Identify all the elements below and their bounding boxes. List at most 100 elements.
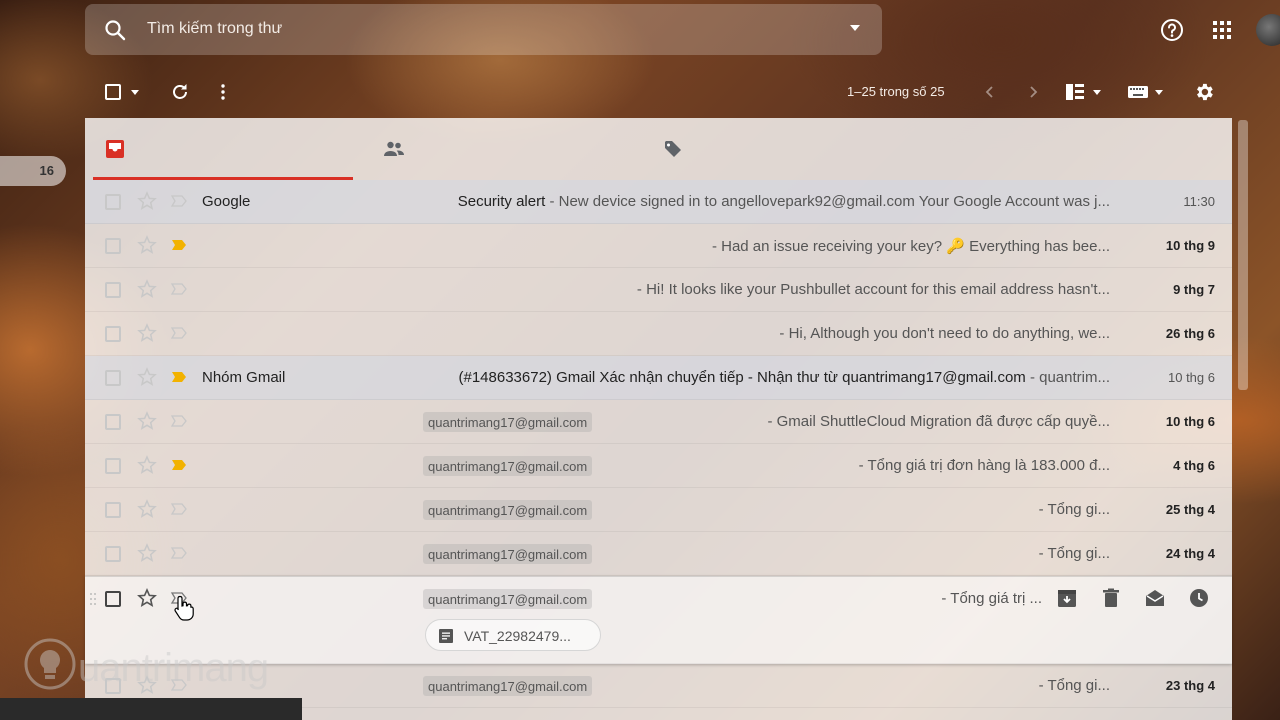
email-subject-line: - Gmail ShuttleCloud Migration đã được c… bbox=[615, 413, 1110, 430]
row-checkbox[interactable] bbox=[105, 326, 121, 342]
scrollbar[interactable] bbox=[1238, 120, 1248, 390]
star-icon[interactable] bbox=[137, 191, 157, 211]
attachment-chip[interactable]: VAT_22982479... bbox=[425, 619, 601, 651]
star-icon[interactable] bbox=[137, 279, 157, 299]
email-date: 10 thg 6 bbox=[1165, 414, 1215, 429]
importance-marker-icon[interactable] bbox=[170, 238, 188, 252]
lightbulb-logo-icon bbox=[24, 638, 76, 690]
email-date: 4 thg 6 bbox=[1173, 458, 1215, 473]
refresh-icon[interactable] bbox=[170, 82, 190, 102]
importance-marker-icon[interactable] bbox=[170, 370, 188, 384]
tab-promotions[interactable] bbox=[633, 118, 913, 180]
email-row[interactable]: Google Security alert - New device signe… bbox=[85, 180, 1232, 224]
email-snippet: - Tổng gi... bbox=[1038, 501, 1110, 518]
chevron-left-icon[interactable] bbox=[980, 82, 1000, 102]
recipient-chip: quantrimang17@gmail.com bbox=[423, 412, 593, 432]
email-row[interactable]: quantrimang17@gmail.com - Tổng gi... 24 … bbox=[85, 532, 1232, 576]
importance-marker-icon[interactable] bbox=[170, 458, 188, 472]
star-icon[interactable] bbox=[137, 323, 157, 343]
tab-primary[interactable] bbox=[93, 118, 353, 180]
select-options-caret-icon[interactable] bbox=[131, 90, 139, 95]
email-snippet: - Had an issue receiving your key? 🔑 Eve… bbox=[711, 238, 1110, 255]
trash-icon[interactable] bbox=[1100, 587, 1122, 609]
select-all-checkbox[interactable] bbox=[105, 84, 121, 100]
email-subject-line: (#148633672) Gmail Xác nhận chuyển tiếp … bbox=[423, 369, 1111, 386]
importance-marker-icon[interactable] bbox=[170, 414, 188, 428]
importance-marker-icon[interactable] bbox=[170, 546, 188, 560]
email-snippet: - Gmail ShuttleCloud Migration đã được c… bbox=[767, 413, 1110, 430]
star-icon[interactable] bbox=[137, 411, 157, 431]
email-snippet: - Hi! It looks like your Pushbullet acco… bbox=[636, 281, 1110, 298]
importance-marker-icon[interactable] bbox=[170, 282, 188, 296]
snooze-clock-icon[interactable] bbox=[1188, 587, 1210, 609]
tab-social[interactable] bbox=[353, 118, 633, 180]
email-row[interactable]: - Hi, Although you don't need to do anyt… bbox=[85, 312, 1232, 356]
row-checkbox[interactable] bbox=[105, 546, 121, 562]
email-subject-line: - Had an issue receiving your key? 🔑 Eve… bbox=[423, 237, 1110, 255]
email-subject-line: - Tổng gi... bbox=[615, 545, 1110, 562]
tag-icon bbox=[665, 141, 681, 157]
account-avatar[interactable] bbox=[1256, 14, 1280, 46]
row-checkbox[interactable] bbox=[105, 502, 121, 518]
apps-grid-icon[interactable] bbox=[1212, 20, 1232, 40]
row-checkbox[interactable] bbox=[105, 458, 121, 474]
star-icon[interactable] bbox=[137, 543, 157, 563]
help-icon[interactable] bbox=[1160, 18, 1184, 42]
people-icon bbox=[384, 141, 404, 156]
row-checkbox[interactable] bbox=[105, 194, 121, 210]
row-checkbox[interactable] bbox=[105, 238, 121, 254]
email-row[interactable]: Nhóm Gmail (#148633672) Gmail Xác nhận c… bbox=[85, 356, 1232, 400]
bottom-status-bar bbox=[0, 698, 302, 720]
email-sender: Nhóm Gmail bbox=[202, 369, 286, 386]
recipient-chip: quantrimang17@gmail.com bbox=[423, 456, 593, 476]
email-row[interactable]: - Had an issue receiving your key? 🔑 Eve… bbox=[85, 224, 1232, 268]
email-snippet: - Tổng gi... bbox=[1038, 677, 1110, 694]
email-date: 9 thg 7 bbox=[1173, 282, 1215, 297]
row-checkbox[interactable] bbox=[105, 370, 121, 386]
split-pane-caret-icon[interactable] bbox=[1093, 90, 1101, 95]
email-date: 10 thg 6 bbox=[1168, 370, 1215, 385]
star-icon[interactable] bbox=[137, 235, 157, 255]
drag-handle-icon[interactable] bbox=[89, 591, 97, 607]
recipient-chip: quantrimang17@gmail.com bbox=[423, 500, 593, 520]
search-icon[interactable] bbox=[103, 18, 127, 42]
importance-marker-icon[interactable] bbox=[170, 194, 188, 208]
email-snippet: - Tổng giá trị ... bbox=[941, 590, 1042, 607]
importance-marker-icon[interactable] bbox=[170, 502, 188, 516]
keyboard-caret-icon[interactable] bbox=[1155, 90, 1163, 95]
email-snippet: - Hi, Although you don't need to do anyt… bbox=[779, 325, 1110, 342]
row-checkbox[interactable] bbox=[105, 282, 121, 298]
email-row[interactable]: - Hi! It looks like your Pushbullet acco… bbox=[85, 268, 1232, 312]
email-subject-line: Security alert - New device signed in to… bbox=[423, 193, 1110, 210]
email-date: 10 thg 9 bbox=[1165, 238, 1215, 253]
mail-list-panel: Google Security alert - New device signe… bbox=[85, 118, 1232, 720]
more-vert-icon[interactable] bbox=[213, 82, 233, 102]
search-options-caret-icon[interactable] bbox=[850, 25, 860, 31]
recipient-chip: quantrimang17@gmail.com bbox=[423, 589, 593, 609]
email-row[interactable]: quantrimang17@gmail.com - Tổng giá trị đ… bbox=[85, 444, 1232, 488]
gear-icon[interactable] bbox=[1193, 81, 1215, 103]
keyboard-icon[interactable] bbox=[1127, 83, 1149, 101]
inbox-unread-count[interactable]: 16 bbox=[0, 156, 66, 186]
chevron-right-icon[interactable] bbox=[1023, 82, 1043, 102]
category-tabs bbox=[85, 118, 1232, 180]
email-row[interactable]: quantrimang17@gmail.com - Gmail ShuttleC… bbox=[85, 400, 1232, 444]
email-snippet: - Tổng gi... bbox=[1038, 545, 1110, 562]
row-checkbox[interactable] bbox=[105, 414, 121, 430]
email-row[interactable]: quantrimang17@gmail.com - Tổng gi... 25 … bbox=[85, 488, 1232, 532]
email-subject: Security alert bbox=[457, 193, 546, 210]
mark-as-read-icon[interactable] bbox=[1144, 587, 1166, 609]
row-hover-actions bbox=[1056, 587, 1216, 611]
archive-icon[interactable] bbox=[1056, 587, 1078, 609]
split-pane-icon[interactable] bbox=[1065, 82, 1085, 102]
star-icon[interactable] bbox=[137, 455, 157, 475]
star-icon[interactable] bbox=[137, 588, 157, 608]
recipient-chip: quantrimang17@gmail.com bbox=[423, 544, 593, 564]
email-sender: Google bbox=[202, 193, 251, 210]
star-icon[interactable] bbox=[137, 367, 157, 387]
search-bar[interactable] bbox=[85, 4, 882, 55]
row-checkbox[interactable] bbox=[105, 591, 121, 607]
star-icon[interactable] bbox=[137, 499, 157, 519]
importance-marker-icon[interactable] bbox=[170, 326, 188, 340]
search-input[interactable] bbox=[147, 17, 847, 41]
